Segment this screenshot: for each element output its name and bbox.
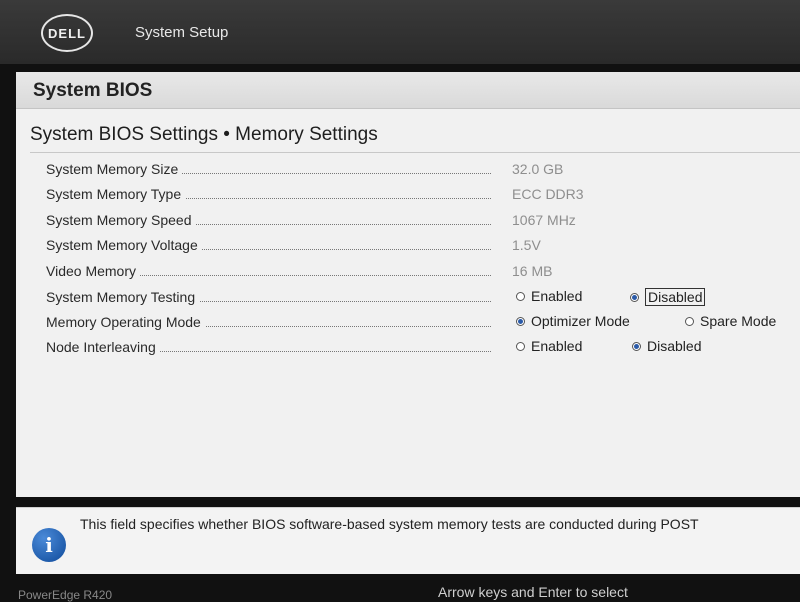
radio-unselected-icon[interactable] xyxy=(516,291,525,301)
setting-label: Node Interleaving xyxy=(46,339,160,355)
operating-mode-optimizer-option[interactable]: Optimizer Mode xyxy=(516,313,630,329)
radio-selected-icon[interactable] xyxy=(632,341,641,351)
memory-testing-enabled-option[interactable]: Enabled xyxy=(516,288,582,304)
option-label: Enabled xyxy=(531,338,583,354)
option-label-focused: Disabled xyxy=(645,288,706,306)
setting-value: 1.5V xyxy=(512,237,541,253)
setting-label: Memory Operating Mode xyxy=(46,314,205,330)
node-interleaving-enabled-option[interactable]: Enabled xyxy=(516,338,582,354)
option-label: Disabled xyxy=(647,338,702,354)
node-interleaving-disabled-option[interactable]: Disabled xyxy=(632,338,701,354)
title-bar: DELL System Setup xyxy=(0,0,800,64)
panel-header: System BIOS xyxy=(16,72,800,109)
navigation-hint: Arrow keys and Enter to select xyxy=(438,584,628,600)
radio-selected-icon[interactable] xyxy=(630,292,639,302)
setting-row-memory-type: System Memory Type ECC DDR3 xyxy=(46,183,800,207)
option-label: Optimizer Mode xyxy=(531,313,630,329)
radio-unselected-icon[interactable] xyxy=(516,341,525,351)
setting-value: 16 MB xyxy=(512,263,553,279)
setting-label: Video Memory xyxy=(46,263,141,279)
setting-row-memory-voltage: System Memory Voltage 1.5V xyxy=(46,234,800,258)
panel-title: System BIOS xyxy=(33,80,153,101)
memory-testing-disabled-option[interactable]: Disabled xyxy=(630,288,706,306)
setting-value: 32.0 GB xyxy=(512,161,564,177)
radio-unselected-icon[interactable] xyxy=(685,316,694,326)
setting-row-video-memory: Video Memory 16 MB xyxy=(46,260,800,284)
radio-selected-icon[interactable] xyxy=(516,316,525,326)
help-bar: i This field specifies whether BIOS soft… xyxy=(16,507,800,574)
setting-row-operating-mode: Memory Operating Mode Optimizer Mode Spa… xyxy=(46,311,800,335)
setting-row-memory-testing: System Memory Testing Enabled Disabled xyxy=(46,286,800,310)
operating-mode-spare-option[interactable]: Spare Mode xyxy=(685,313,776,329)
help-text: This field specifies whether BIOS softwa… xyxy=(80,516,699,532)
setting-label: System Memory Speed xyxy=(46,212,196,228)
setting-label: System Memory Type xyxy=(46,186,186,202)
option-label: Spare Mode xyxy=(700,313,777,329)
info-icon: i xyxy=(32,528,66,562)
section-divider xyxy=(30,152,800,153)
setting-label: System Memory Size xyxy=(46,161,183,177)
setting-row-memory-size: System Memory Size 32.0 GB xyxy=(46,158,800,182)
app-title: System Setup xyxy=(135,24,229,41)
setting-row-node-interleaving: Node Interleaving Enabled Disabled xyxy=(46,336,800,360)
setting-value: 1067 MHz xyxy=(512,212,576,228)
option-label: Enabled xyxy=(531,288,583,304)
setting-row-memory-speed: System Memory Speed 1067 MHz xyxy=(46,209,800,233)
setting-label: System Memory Testing xyxy=(46,289,200,305)
section-title: System BIOS Settings • Memory Settings xyxy=(30,124,378,145)
dell-logo: DELL xyxy=(41,14,93,52)
setting-label: System Memory Voltage xyxy=(46,237,202,253)
setting-value: ECC DDR3 xyxy=(512,186,584,202)
settings-panel: System BIOS System BIOS Settings • Memor… xyxy=(16,72,800,497)
